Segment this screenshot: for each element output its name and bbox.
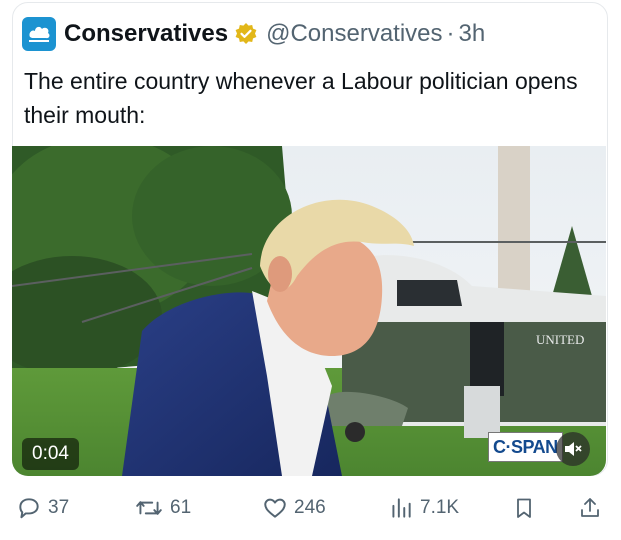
video-duration: 0:04: [22, 438, 79, 470]
like-count: 246: [294, 497, 326, 518]
repost-count: 61: [170, 497, 192, 518]
repost-button[interactable]: 61: [134, 490, 191, 526]
bookmark-icon: [517, 498, 531, 518]
post-text: The entire country whenever a Labour pol…: [24, 68, 578, 128]
broadcaster-label: C·SPAN: [493, 436, 558, 457]
video-frame: UNITED: [12, 146, 606, 476]
heart-icon: [264, 498, 286, 518]
analytics-icon: [392, 498, 411, 518]
reply-count: 37: [48, 497, 70, 518]
mute-button[interactable]: [556, 432, 590, 466]
repost-icon: [136, 501, 162, 515]
separator-dot: ·: [446, 20, 455, 47]
bookmark-button[interactable]: [512, 490, 542, 526]
torch-logo-icon: [29, 26, 50, 42]
account-name[interactable]: Conservatives: [64, 20, 228, 48]
action-bar: 37 61 246 7.1K: [0, 490, 621, 526]
views-button[interactable]: 7.1K: [388, 490, 459, 526]
video-player[interactable]: UNITED: [12, 146, 606, 476]
post-time[interactable]: 3h: [459, 20, 486, 48]
view-count: 7.1K: [420, 497, 460, 518]
broadcaster-watermark: C·SPAN: [488, 432, 563, 462]
share-button[interactable]: [578, 490, 608, 526]
aircraft-lettering: UNITED: [536, 332, 584, 347]
share-icon: [581, 498, 599, 517]
verified-badge-icon: [235, 23, 257, 44]
reply-icon: [19, 498, 39, 519]
post-header: Conservatives @Conservatives · 3h: [22, 16, 485, 52]
like-button[interactable]: 246: [262, 490, 326, 526]
speaker-muted-icon: [565, 442, 582, 456]
account-handle[interactable]: @Conservatives: [266, 20, 442, 48]
reply-button[interactable]: 37: [16, 490, 69, 526]
avatar[interactable]: [22, 17, 56, 51]
